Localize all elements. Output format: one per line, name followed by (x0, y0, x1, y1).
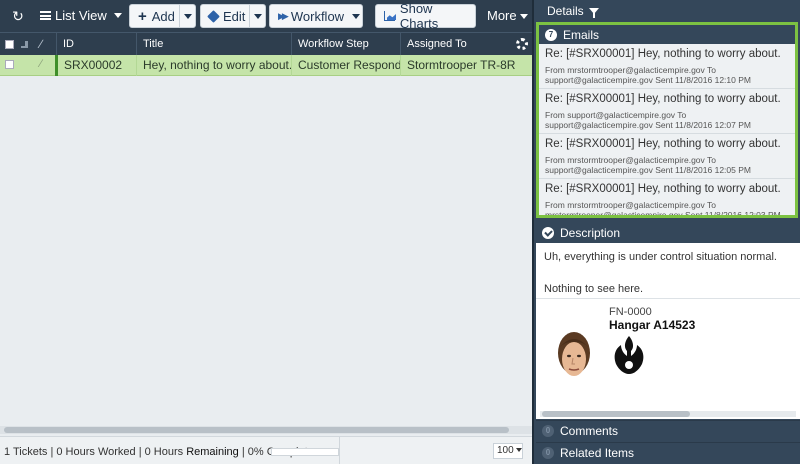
emails-count-badge: 7 (545, 28, 557, 41)
emails-section-label: Emails (563, 27, 600, 42)
chevron-down-icon (113, 13, 122, 18)
email-subject: Re: [#SRX00001] Hey, nothing to worry ab… (545, 183, 781, 195)
gear-icon[interactable] (516, 38, 528, 50)
add-button[interactable]: + Add (129, 4, 196, 28)
emails-section-header[interactable]: 7 Emails (539, 25, 795, 44)
status-remaining: Remaining (186, 446, 239, 458)
description-label: Description (560, 226, 621, 240)
list-icon (40, 11, 51, 20)
toolbar: ↻ List View + Add Edit ▶▶ Workflow Show … (0, 0, 532, 32)
add-dropdown-toggle[interactable] (179, 5, 195, 27)
more-label: More (487, 8, 517, 23)
progress-bar (271, 448, 339, 456)
divider (536, 298, 800, 299)
workflow-button[interactable]: ▶▶ Workflow (269, 4, 363, 28)
table-row[interactable]: ∕ SRX00002 Hey, nothing to worry about. … (0, 55, 532, 76)
scrollbar-thumb[interactable] (4, 427, 509, 433)
row-checkbox[interactable] (5, 60, 14, 69)
email-meta: From mrstormtrooper@galacticempire.gov T… (545, 65, 751, 85)
show-charts-label: Show Charts (399, 1, 439, 31)
pencil-icon (207, 9, 220, 23)
select-all-checkbox[interactable] (5, 40, 14, 49)
details-pane: Details 7 Emails Re: [#SRX00001] Hey, no… (532, 0, 800, 464)
refresh-icon[interactable]: ↻ (10, 8, 26, 24)
email-meta: From mrstormtrooper@galacticempire.gov T… (545, 155, 751, 175)
description-body: Uh, everything is under control situatio… (536, 243, 800, 419)
ticket-list-pane: ↻ List View + Add Edit ▶▶ Workflow Show … (0, 0, 532, 464)
chevron-down-icon (183, 13, 192, 19)
cell-title[interactable]: Hey, nothing to worry about. (136, 55, 291, 76)
workflow-label: Workflow (290, 8, 345, 24)
list-view-label: List View (55, 8, 107, 23)
email-item[interactable]: Re: [#SRX00001] Hey, nothing to worry ab… (539, 134, 795, 179)
email-subject: Re: [#SRX00001] Hey, nothing to worry ab… (545, 48, 781, 60)
add-label: Add (151, 8, 175, 24)
related-items-label: Related Items (560, 446, 635, 460)
priority-column-icon (21, 41, 28, 48)
badge-code: FN-0000 (609, 306, 652, 318)
chevron-down-icon (515, 448, 522, 453)
comments-section-header[interactable]: 0 Comments (536, 420, 800, 441)
email-meta: From support@galacticempire.gov To suppo… (545, 110, 751, 130)
divider (339, 437, 340, 464)
chevron-down-icon (352, 13, 361, 19)
cell-assigned-to[interactable]: Stormtrooper TR-8R (400, 55, 532, 76)
related-items-section-header[interactable]: 0 Related Items (536, 442, 800, 463)
description-section-header[interactable]: Description (536, 223, 800, 243)
plus-icon: + (138, 7, 147, 25)
details-header: Details (547, 4, 599, 18)
email-subject: Re: [#SRX00001] Hey, nothing to worry ab… (545, 138, 781, 150)
description-scrollbar[interactable] (540, 411, 796, 417)
chevron-down-icon (519, 14, 528, 20)
show-charts-button[interactable]: Show Charts (375, 1, 476, 31)
horizontal-scrollbar[interactable] (0, 426, 532, 434)
scrollbar-thumb[interactable] (542, 411, 690, 417)
chevron-down-icon (253, 13, 262, 19)
column-header-workflow-step[interactable]: Workflow Step (291, 33, 400, 56)
email-item[interactable]: Re: [#SRX00001] Hey, nothing to worry ab… (539, 179, 795, 218)
email-subject: Re: [#SRX00001] Hey, nothing to worry ab… (545, 93, 781, 105)
list-view-dropdown[interactable]: List View (40, 8, 122, 23)
email-item[interactable]: Re: [#SRX00001] Hey, nothing to worry ab… (539, 89, 795, 134)
status-bar: 1 Tickets | 0 Hours Worked | 0 Hours Rem… (0, 436, 532, 464)
rebel-insignia-icon (614, 336, 644, 374)
fast-forward-icon: ▶▶ (278, 10, 289, 21)
description-line-2: Nothing to see here. (544, 283, 644, 295)
related-count-badge: 0 (542, 447, 554, 459)
comments-count-badge: 0 (542, 425, 554, 437)
portrait-image (558, 332, 590, 376)
details-title: Details (547, 4, 584, 18)
cell-id[interactable]: SRX00002 (58, 55, 136, 76)
email-item[interactable]: Re: [#SRX00001] Hey, nothing to worry ab… (539, 44, 795, 89)
status-text-a: 1 Tickets | 0 Hours Worked | 0 Hours (4, 446, 187, 458)
chart-icon (384, 11, 395, 21)
column-header-assigned-to[interactable]: Assigned To (400, 33, 512, 56)
check-circle-icon (542, 227, 554, 239)
more-menu[interactable]: More (487, 8, 528, 23)
edit-label: Edit (223, 8, 246, 24)
paperclip-icon: ∕ (40, 58, 42, 70)
edit-button[interactable]: Edit (200, 4, 266, 28)
paperclip-icon: ∕ (40, 37, 43, 51)
email-meta: From mrstormtrooper@galacticempire.gov T… (545, 200, 781, 218)
cell-workflow-step[interactable]: Customer Responded (291, 55, 400, 76)
page-size-value: 100 (497, 445, 514, 456)
edit-dropdown-toggle[interactable] (249, 5, 265, 27)
emails-section: 7 Emails Re: [#SRX00001] Hey, nothing to… (536, 22, 798, 218)
status-summary: 1 Tickets | 0 Hours Worked | 0 Hours Rem… (4, 446, 314, 458)
column-header-title[interactable]: Title (136, 33, 291, 56)
comments-label: Comments (560, 424, 619, 438)
page-size-select[interactable]: 100 (493, 443, 523, 459)
hangar-label: Hangar A14523 (609, 318, 696, 332)
column-header-id[interactable]: ID (56, 33, 136, 56)
description-line-1: Uh, everything is under control situatio… (544, 251, 777, 263)
grid-header: ∕ ID Title Workflow Step Assigned To (0, 32, 532, 56)
filter-icon[interactable] (588, 8, 599, 18)
